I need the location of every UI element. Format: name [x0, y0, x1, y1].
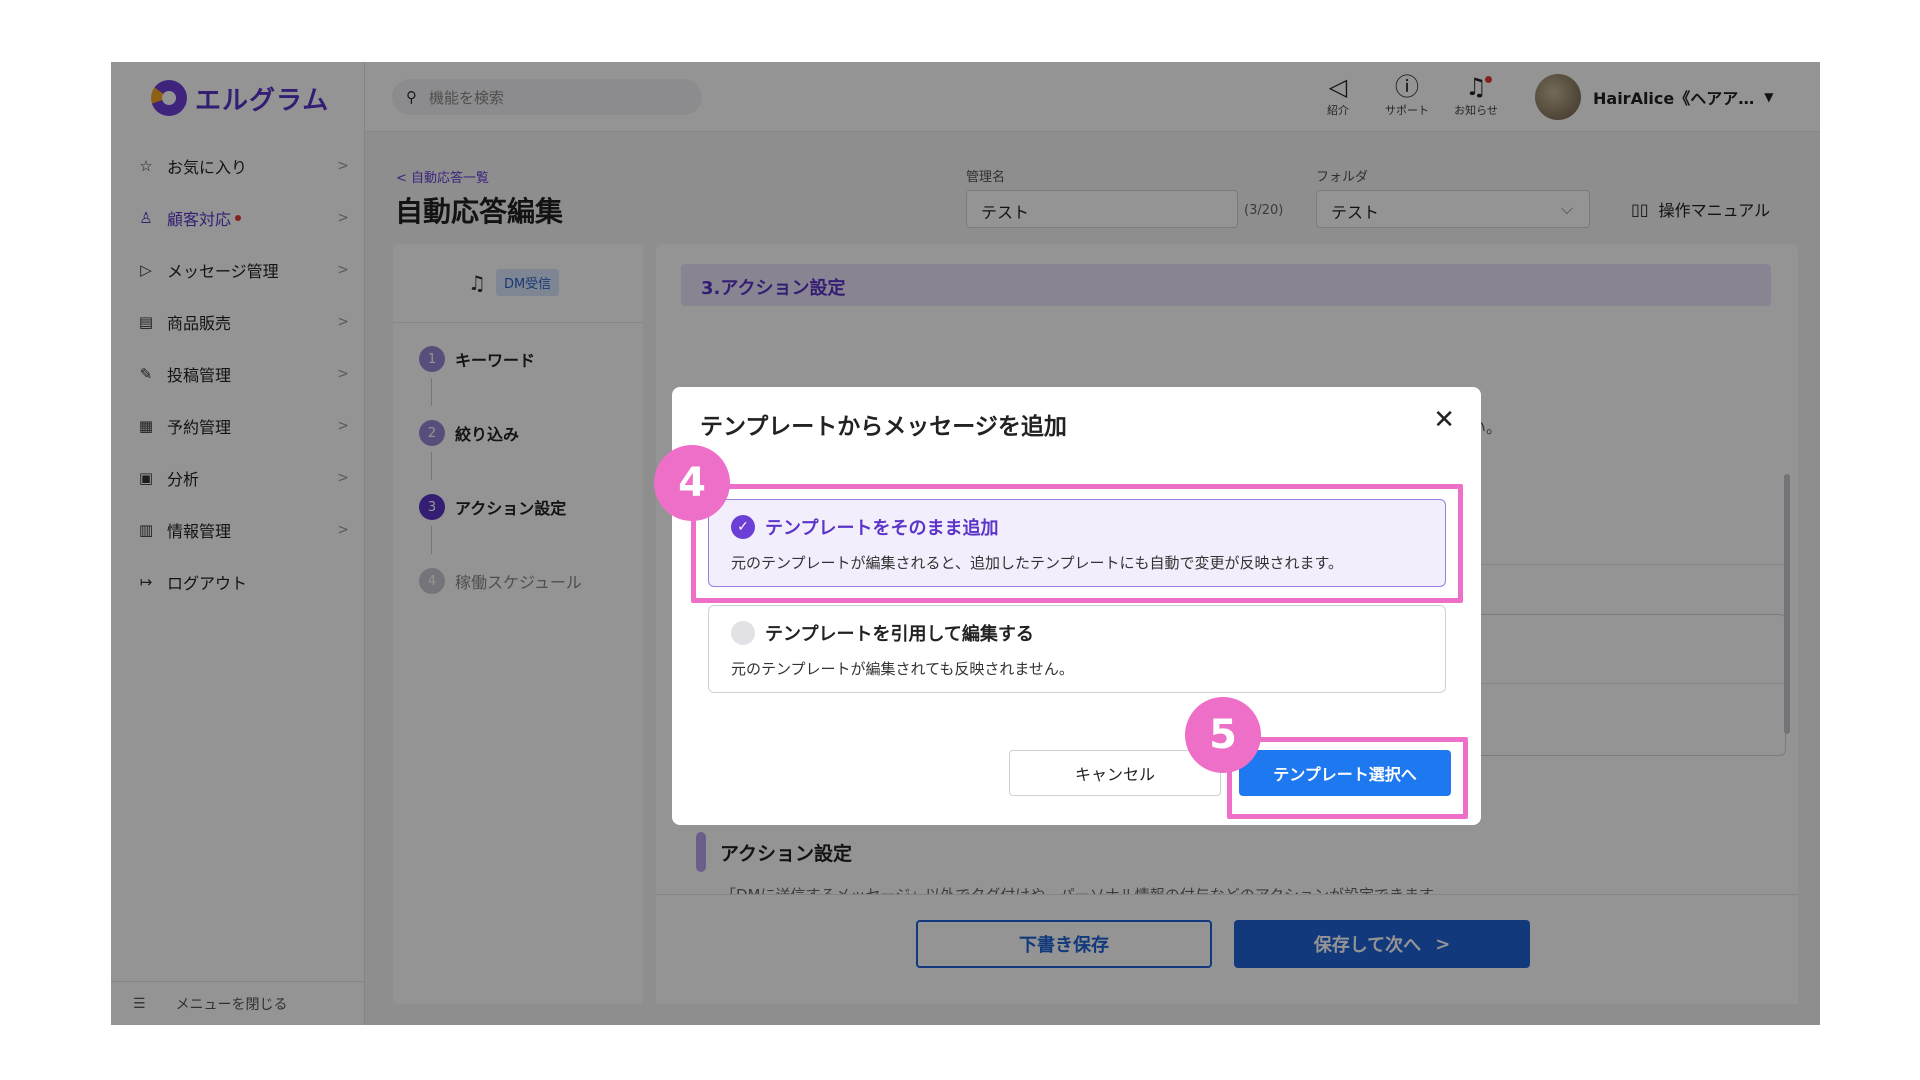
cancel-button[interactable]: キャンセル [1009, 750, 1221, 796]
option-title-row: テンプレートを引用して編集する [731, 620, 1423, 646]
option-quote-and-edit[interactable]: テンプレートを引用して編集する 元のテンプレートが編集されても反映されません。 [708, 605, 1446, 693]
step-badge: 4 [654, 445, 730, 521]
template-modal: テンプレートからメッセージを追加 ✕ ✓ テンプレートをそのまま追加 元のテンプ… [654, 387, 1481, 825]
option-title: テンプレートを引用して編集する [765, 624, 1034, 645]
modal-title: テンプレートからメッセージを追加 [700, 414, 1067, 440]
app-window: エルグラム ☆ お気に入り > ♙ 顧客対応 > ▷ メッセージ管理 > ▤ 商… [111, 62, 1820, 1025]
highlight-frame [691, 484, 1463, 603]
step-badge: 5 [1185, 697, 1261, 773]
option-description: 元のテンプレートが編集されても反映されません。 [731, 660, 1074, 678]
highlight-frame [1227, 737, 1468, 819]
close-icon[interactable]: ✕ [1433, 405, 1455, 435]
radio-icon [731, 621, 755, 645]
